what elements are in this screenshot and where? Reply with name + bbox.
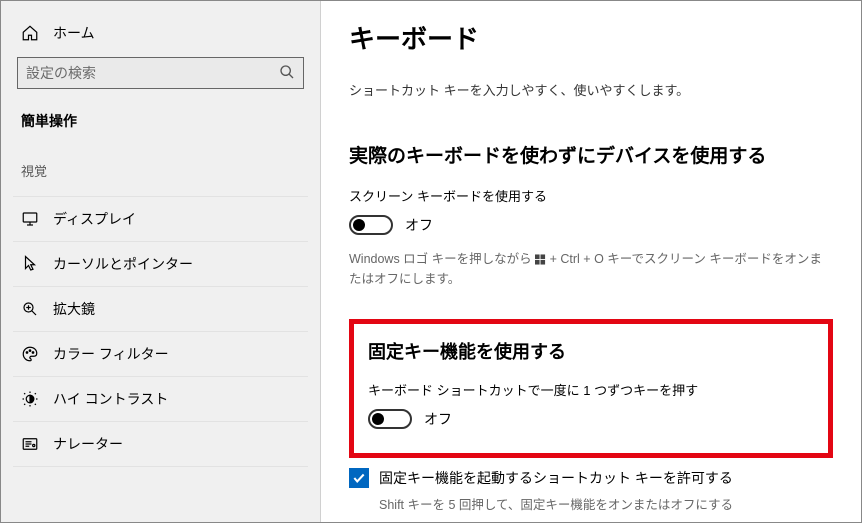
section-label-visual: 視覚 bbox=[13, 161, 308, 196]
highlighted-sticky-keys-section: 固定キー機能を使用する キーボード ショートカットで一度に 1 つずつキーを押す… bbox=[349, 319, 833, 458]
sidebar-item-magnifier[interactable]: 拡大鏡 bbox=[13, 286, 308, 331]
windows-key-icon bbox=[535, 254, 546, 265]
sidebar-item-label: ナレーター bbox=[53, 434, 123, 454]
sticky-keys-label: キーボード ショートカットで一度に 1 つずつキーを押す bbox=[368, 380, 814, 399]
narrator-icon bbox=[21, 435, 39, 453]
sidebar: ホーム 簡単操作 視覚 ディスプレイ カーソルとポインター bbox=[1, 1, 321, 522]
sticky-keys-title: 固定キー機能を使用する bbox=[368, 338, 814, 364]
sidebar-item-display[interactable]: ディスプレイ bbox=[13, 196, 308, 241]
sticky-keys-shortcut-hint: Shift キーを 5 回押して、固定キー機能をオンまたはオフにする bbox=[379, 494, 833, 513]
search-box[interactable] bbox=[17, 57, 304, 89]
display-icon bbox=[21, 210, 39, 228]
nav-list: ディスプレイ カーソルとポインター 拡大鏡 カラー フィルター bbox=[13, 196, 308, 467]
sidebar-item-label: 拡大鏡 bbox=[53, 299, 95, 319]
sticky-keys-shortcut-checkbox[interactable] bbox=[349, 468, 369, 488]
home-label: ホーム bbox=[53, 23, 95, 43]
cursor-icon bbox=[21, 255, 39, 273]
sticky-keys-shortcut-label: 固定キー機能を起動するショートカット キーを許可する bbox=[379, 468, 733, 488]
sticky-keys-toggle-row: オフ bbox=[368, 409, 814, 429]
sidebar-item-high-contrast[interactable]: ハイ コントラスト bbox=[13, 376, 308, 421]
sidebar-item-label: カーソルとポインター bbox=[53, 254, 193, 274]
onscreen-keyboard-hint: Windows ロゴ キーを押しながら + Ctrl + O キーでスクリーン … bbox=[349, 249, 833, 289]
home-icon bbox=[21, 24, 39, 42]
sidebar-item-narrator[interactable]: ナレーター bbox=[13, 421, 308, 467]
sidebar-item-color-filter[interactable]: カラー フィルター bbox=[13, 331, 308, 376]
onscreen-keyboard-toggle-state: オフ bbox=[405, 215, 433, 235]
sticky-keys-toggle[interactable] bbox=[368, 409, 412, 429]
search-input[interactable] bbox=[26, 65, 279, 81]
search-icon bbox=[279, 64, 295, 83]
category-title: 簡単操作 bbox=[13, 111, 308, 161]
sticky-keys-toggle-state: オフ bbox=[424, 409, 452, 429]
sidebar-item-label: カラー フィルター bbox=[53, 344, 169, 364]
page-desc: ショートカット キーを入力しやすく、使いやすくします。 bbox=[349, 80, 833, 99]
sidebar-item-label: ディスプレイ bbox=[53, 209, 136, 229]
section-onscreen-keyboard-title: 実際のキーボードを使わずにデバイスを使用する bbox=[349, 141, 833, 168]
onscreen-keyboard-toggle-row: オフ bbox=[349, 215, 833, 235]
sidebar-item-cursor[interactable]: カーソルとポインター bbox=[13, 241, 308, 286]
sticky-keys-shortcut-row: 固定キー機能を起動するショートカット キーを許可する bbox=[349, 468, 833, 488]
palette-icon bbox=[21, 345, 39, 363]
onscreen-keyboard-label: スクリーン キーボードを使用する bbox=[349, 186, 833, 205]
sidebar-item-label: ハイ コントラスト bbox=[53, 389, 168, 409]
contrast-icon bbox=[21, 390, 39, 408]
onscreen-keyboard-toggle[interactable] bbox=[349, 215, 393, 235]
home-nav[interactable]: ホーム bbox=[13, 19, 308, 57]
content: キーボード ショートカット キーを入力しやすく、使いやすくします。 実際のキーボ… bbox=[321, 1, 861, 522]
page-title: キーボード bbox=[349, 19, 833, 56]
magnifier-icon bbox=[21, 300, 39, 318]
